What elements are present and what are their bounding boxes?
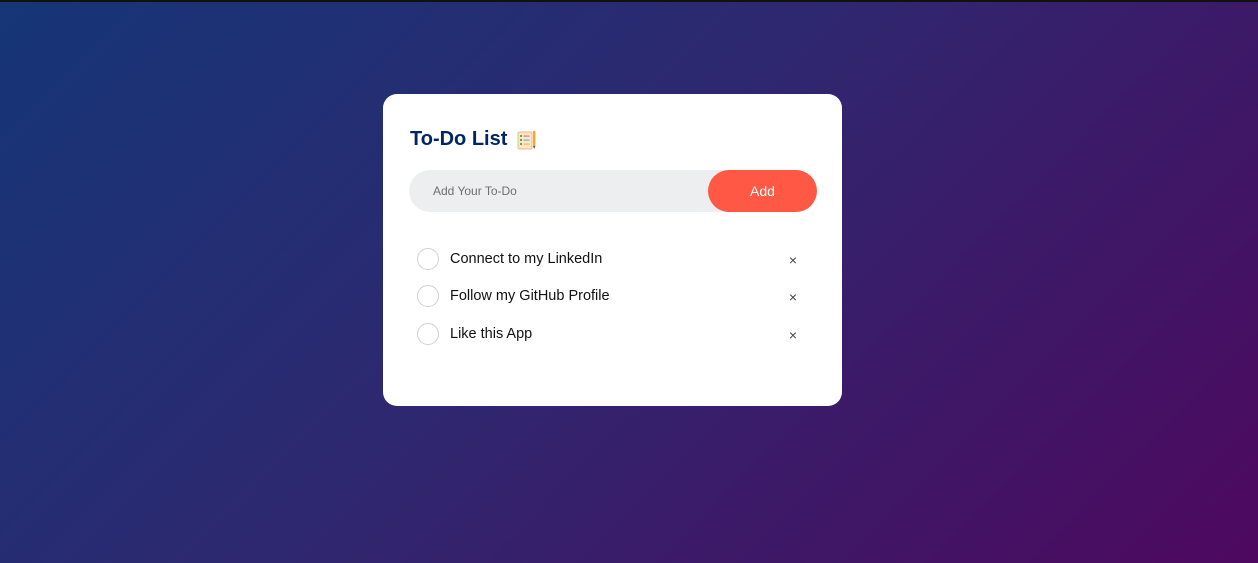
close-icon[interactable]: × xyxy=(789,290,797,304)
todo-app-card: To-Do List Add Connect to my LinkedIn × xyxy=(383,94,842,406)
todo-item[interactable]: Like this App × xyxy=(417,315,809,353)
todo-item-text: Connect to my LinkedIn xyxy=(450,250,603,267)
todo-list: Connect to my LinkedIn × Follow my GitHu… xyxy=(417,240,809,353)
todo-item-text: Like this App xyxy=(450,325,533,342)
unchecked-circle-icon[interactable] xyxy=(417,247,439,270)
close-icon[interactable]: × xyxy=(789,328,797,342)
app-title: To-Do List xyxy=(410,128,537,151)
todo-input-row: Add xyxy=(409,169,817,213)
todo-input[interactable] xyxy=(409,169,708,213)
app-title-text: To-Do List xyxy=(410,128,508,150)
checklist-notepad-icon xyxy=(517,130,537,150)
todo-item[interactable]: Follow my GitHub Profile × xyxy=(417,278,809,316)
todo-item[interactable]: Connect to my LinkedIn × xyxy=(417,240,809,278)
add-button[interactable]: Add xyxy=(708,170,817,212)
todo-item-text: Follow my GitHub Profile xyxy=(450,288,610,305)
unchecked-circle-icon[interactable] xyxy=(417,322,439,345)
close-icon[interactable]: × xyxy=(789,253,797,267)
unchecked-circle-icon[interactable] xyxy=(417,285,439,308)
